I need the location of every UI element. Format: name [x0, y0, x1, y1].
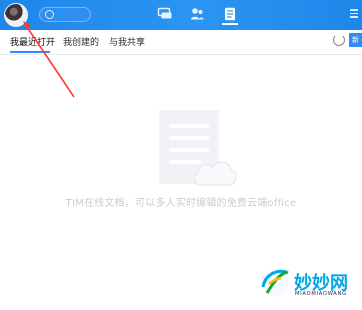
search-icon — [45, 10, 54, 19]
watermark-subtitle: MIAOMIAOWANG — [295, 291, 347, 297]
history-icon[interactable] — [333, 34, 345, 46]
tab-recent[interactable]: 我最近打开 — [10, 35, 55, 48]
top-bar — [0, 0, 362, 30]
docs-nav-button[interactable] — [222, 6, 238, 25]
user-avatar[interactable] — [4, 3, 28, 27]
chat-icon — [157, 7, 172, 19]
new-document-button[interactable]: 新 — [349, 33, 362, 47]
contacts-nav-button[interactable] — [189, 6, 205, 22]
search-box[interactable] — [39, 7, 91, 22]
contacts-icon — [190, 8, 204, 20]
menu-icon[interactable] — [350, 9, 358, 18]
empty-state-message: TIM在线文档，可以多人实时编辑的免费云端office — [65, 198, 297, 209]
watermark-logo-icon — [261, 269, 289, 297]
empty-docs-illustration — [159, 110, 237, 186]
tab-created[interactable]: 我创建的 — [63, 35, 99, 48]
watermark: 妙妙网 MIAOMIAOWANG — [258, 266, 362, 310]
tab-shared[interactable]: 与我共享 — [109, 35, 145, 48]
chat-nav-button[interactable] — [157, 6, 173, 22]
docs-tabs: 我最近打开 我创建的 与我共享 — [0, 30, 362, 55]
active-tab-indicator — [10, 51, 50, 53]
docs-icon — [225, 7, 235, 21]
